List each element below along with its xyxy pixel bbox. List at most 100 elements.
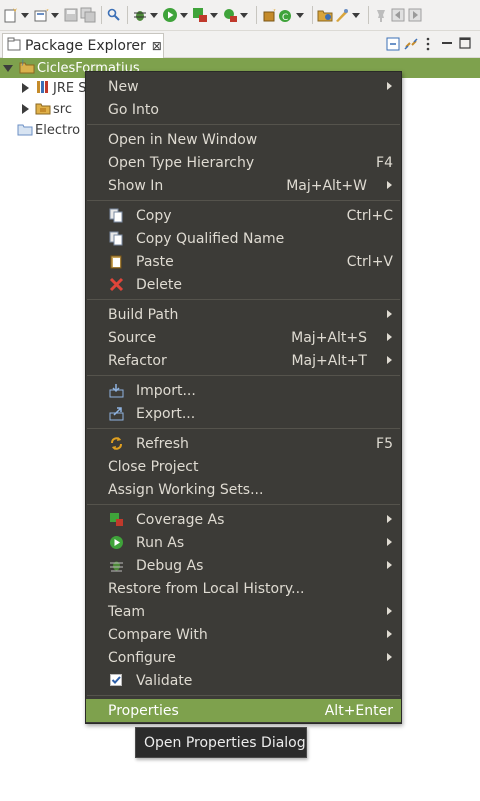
- menu-label: Open in New Window: [108, 131, 258, 148]
- menu-item-team[interactable]: Team: [86, 600, 401, 623]
- tab-package-explorer[interactable]: Package Explorer ⊠: [2, 33, 164, 58]
- menu-item-debug-as[interactable]: Debug As: [86, 554, 401, 577]
- menu-item-copy-qualified-name[interactable]: Copy Qualified Name: [86, 227, 401, 250]
- new-class-button[interactable]: C: [278, 7, 307, 23]
- menu-label: Compare With: [108, 626, 208, 643]
- menu-item-close-project[interactable]: Close Project: [86, 455, 401, 478]
- menu-accelerator: Maj+Alt+W: [286, 177, 367, 194]
- menu-separator: [87, 504, 400, 505]
- menu-label: Delete: [136, 276, 182, 293]
- menu-label: Build Path: [108, 306, 179, 323]
- coverage-button[interactable]: [192, 7, 221, 23]
- menu-item-refresh[interactable]: Refresh F5: [86, 432, 401, 455]
- menu-item-import[interactable]: Import...: [86, 379, 401, 402]
- new-java-package-button[interactable]: [261, 7, 277, 23]
- minimize-icon[interactable]: [441, 37, 453, 49]
- new-project-button[interactable]: [33, 7, 62, 23]
- menu-item-export[interactable]: Export...: [86, 402, 401, 425]
- submenu-arrow-icon: [387, 607, 392, 615]
- menu-item-build-path[interactable]: Build Path: [86, 303, 401, 326]
- menu-item-assign-working-sets[interactable]: Assign Working Sets...: [86, 478, 401, 501]
- menu-item-run-as[interactable]: Run As: [86, 531, 401, 554]
- save-all-button[interactable]: [80, 7, 96, 23]
- menu-item-restore-local-history[interactable]: Restore from Local History...: [86, 577, 401, 600]
- menu-item-properties[interactable]: Properties Alt+Enter: [86, 699, 401, 722]
- svg-text:J: J: [21, 59, 24, 66]
- view-menu-icon[interactable]: [425, 37, 431, 51]
- expand-arrow-icon[interactable]: [22, 83, 29, 93]
- external-tools-button[interactable]: [222, 7, 251, 23]
- menu-label: Source: [108, 329, 157, 346]
- menu-item-compare-with[interactable]: Compare With: [86, 623, 401, 646]
- menu-item-new[interactable]: New: [86, 75, 401, 98]
- library-icon: [35, 79, 51, 98]
- maximize-icon[interactable]: [459, 37, 471, 49]
- submenu-arrow-icon: [387, 181, 392, 189]
- link-with-editor-icon[interactable]: [404, 37, 418, 51]
- expand-arrow-icon[interactable]: [22, 104, 29, 114]
- new-java-package-icon: [261, 7, 277, 23]
- menu-accelerator: Maj+Alt+S: [291, 329, 367, 346]
- pin-icon: [373, 7, 389, 23]
- save-all-icon: [80, 7, 96, 23]
- debug-icon: [109, 558, 124, 573]
- other-project-label: Electro: [35, 122, 81, 138]
- collapse-all-icon[interactable]: [386, 37, 400, 51]
- menu-item-refactor[interactable]: Refactor Maj+Alt+T: [86, 349, 401, 372]
- external-tools-icon: [222, 7, 238, 23]
- submenu-arrow-icon: [387, 561, 392, 569]
- menu-accelerator: Alt+Enter: [324, 702, 393, 719]
- menu-item-go-into[interactable]: Go Into: [86, 98, 401, 121]
- new-icon: [3, 7, 19, 23]
- run-icon: [109, 535, 124, 550]
- menu-item-source[interactable]: Source Maj+Alt+S: [86, 326, 401, 349]
- delete-icon: [109, 277, 124, 292]
- collapse-arrow-icon[interactable]: [3, 64, 13, 72]
- run-icon: [162, 7, 178, 23]
- menu-item-copy[interactable]: Copy Ctrl+C: [86, 204, 401, 227]
- paste-icon: [109, 254, 124, 269]
- menu-label: Close Project: [108, 458, 199, 475]
- checkbox-checked-icon: [109, 673, 124, 688]
- close-icon[interactable]: ⊠: [152, 39, 162, 53]
- menu-label: Copy: [136, 207, 172, 224]
- coverage-icon: [109, 512, 124, 527]
- menu-item-configure[interactable]: Configure: [86, 646, 401, 669]
- tree-item-other-project[interactable]: Electro: [0, 120, 80, 140]
- debug-button[interactable]: [132, 7, 161, 23]
- refresh-icon: [109, 436, 124, 451]
- tree-item-src[interactable]: src: [0, 99, 72, 119]
- menu-label: Refresh: [136, 435, 189, 452]
- menu-accelerator: F5: [376, 435, 393, 452]
- forward-button[interactable]: [407, 7, 423, 23]
- submenu-arrow-icon: [387, 310, 392, 318]
- menu-item-show-in[interactable]: Show In Maj+Alt+W: [86, 174, 401, 197]
- view-tab-bar: Package Explorer ⊠: [0, 31, 480, 58]
- save-button[interactable]: [63, 7, 79, 23]
- menu-item-validate[interactable]: Validate: [86, 669, 401, 692]
- menu-item-paste[interactable]: Paste Ctrl+V: [86, 250, 401, 273]
- closed-project-icon: [17, 121, 33, 140]
- menu-item-open-new-window[interactable]: Open in New Window: [86, 128, 401, 151]
- search-button[interactable]: [106, 7, 122, 23]
- menu-label: Assign Working Sets...: [108, 481, 264, 498]
- back-button[interactable]: [390, 7, 406, 23]
- menu-item-delete[interactable]: Delete: [86, 273, 401, 296]
- submenu-arrow-icon: [387, 630, 392, 638]
- menu-label: Properties: [108, 702, 179, 719]
- open-type-button[interactable]: [317, 7, 333, 23]
- submenu-arrow-icon: [387, 653, 392, 661]
- tree-item-jre[interactable]: JRE S: [0, 78, 86, 98]
- new-button[interactable]: [3, 7, 32, 23]
- source-folder-icon: [35, 100, 51, 119]
- src-label: src: [53, 101, 72, 117]
- menu-item-open-type-hierarchy[interactable]: Open Type Hierarchy F4: [86, 151, 401, 174]
- menu-label: Coverage As: [136, 511, 225, 528]
- menu-label: Open Type Hierarchy: [108, 154, 255, 171]
- menu-item-coverage-as[interactable]: Coverage As: [86, 508, 401, 531]
- menu-label: Export...: [136, 405, 196, 422]
- run-button[interactable]: [162, 7, 191, 23]
- open-task-button[interactable]: [334, 7, 363, 23]
- pin-button[interactable]: [373, 7, 389, 23]
- menu-accelerator: Ctrl+C: [346, 207, 393, 224]
